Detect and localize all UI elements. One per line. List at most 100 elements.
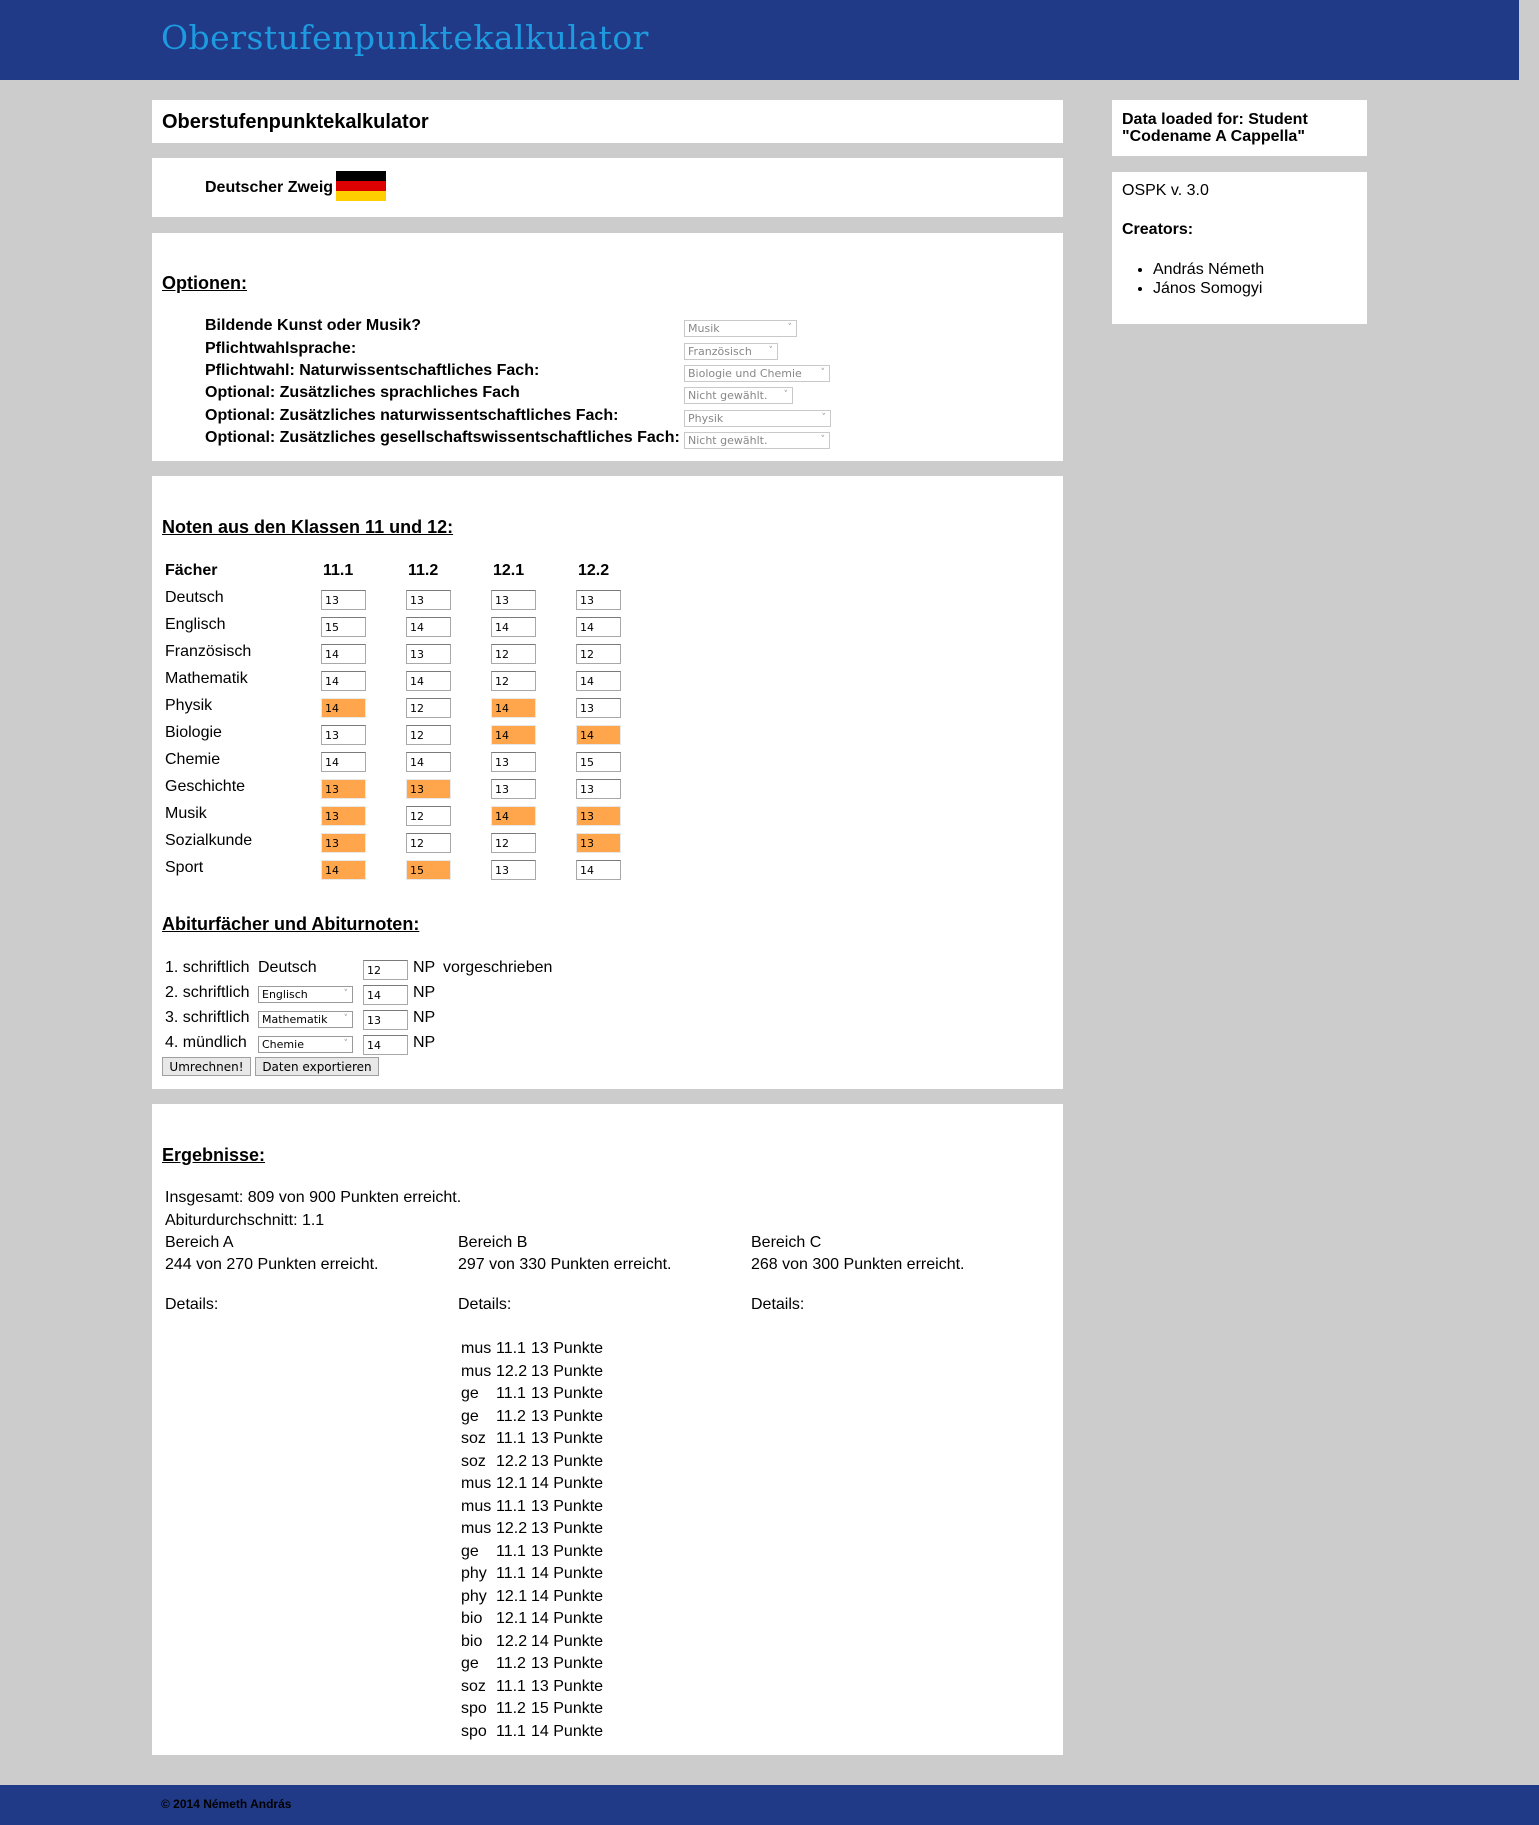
grade-input[interactable]: 13 [491,590,536,610]
subject-label: Deutsch [165,589,224,606]
grade-input[interactable]: 14 [406,617,451,637]
option-select[interactable]: Biologie und Chemie ˅ [684,365,830,382]
grade-input[interactable]: 13 [576,590,621,610]
flag-stripe [336,191,386,201]
option-select[interactable]: Nicht gewählt. ˅ [684,387,793,404]
np-unit-label: NP [413,1009,436,1026]
version-text: OSPK v. 3.0 [1122,182,1209,199]
abitur-subject-select[interactable]: Chemie ˅ [258,1036,353,1053]
detail-term: 12.1 [496,1587,528,1605]
chevron-down-icon: ˅ [787,323,793,333]
grades-column-header: 12.2 [578,562,610,579]
grade-input[interactable]: 15 [406,860,451,880]
export-data-button[interactable]: Daten exportieren [255,1057,379,1076]
option-select[interactable]: Musik ˅ [684,320,797,337]
grade-input[interactable]: 12 [491,833,536,853]
option-select[interactable]: Physik ˅ [684,410,831,427]
abitur-grade-input[interactable]: 14 [363,1035,408,1055]
grade-input[interactable]: 12 [406,725,451,745]
grade-input[interactable]: 12 [406,698,451,718]
area-details-label: Details: [751,1296,805,1313]
abitur-grade-input[interactable]: 12 [363,960,408,980]
grade-input[interactable]: 13 [406,779,451,799]
grade-input[interactable]: 13 [491,752,536,772]
abitur-subject-select[interactable]: Englisch ˅ [258,986,353,1003]
subject-label: Sport [165,859,204,876]
detail-subject: mus [461,1340,492,1357]
grade-input[interactable]: 13 [406,644,451,664]
option-select-value: Musik [688,322,720,335]
area-score: 268 von 300 Punkten erreicht. [751,1256,965,1273]
abitur-exam-label: 3. schriftlich [165,1009,250,1026]
area-details-label: Details: [165,1296,219,1313]
grade-input[interactable]: 13 [321,725,366,745]
grade-input[interactable]: 14 [491,698,536,718]
option-label: Optional: Zusätzliches naturwissentschaf… [205,407,619,424]
option-select[interactable]: Nicht gewählt. ˅ [684,432,830,449]
chevron-down-icon: ˅ [820,368,826,378]
detail-points: 13 Punkte [531,1385,604,1402]
grade-input[interactable]: 14 [576,860,621,880]
grade-input[interactable]: 14 [321,644,366,664]
grade-input[interactable]: 13 [406,590,451,610]
grade-input[interactable]: 14 [576,671,621,691]
grade-input[interactable]: 14 [491,806,536,826]
grade-input[interactable]: 13 [321,779,366,799]
subject-label: Physik [165,697,213,714]
grade-input[interactable]: 13 [491,779,536,799]
grade-input[interactable]: 14 [321,671,366,691]
grade-input[interactable]: 15 [576,752,621,772]
detail-term: 12.1 [496,1610,528,1627]
grade-input[interactable]: 15 [321,617,366,637]
grade-input[interactable]: 14 [491,617,536,637]
subject-label: Sozialkunde [165,832,253,849]
creators-label: Creators: [1122,221,1194,238]
abitur-note: vorgeschrieben [443,959,553,976]
title-panel: Oberstufenpunktekalkulator [152,100,1063,143]
option-select-value: Nicht gewählt. [688,434,768,447]
convert-button[interactable]: Umrechnen! [162,1057,251,1076]
chevron-down-icon: ˅ [343,1014,349,1024]
option-select-value: Biologie und Chemie [688,367,802,380]
abitur-grade-input[interactable]: 13 [363,1010,408,1030]
grade-input[interactable]: 13 [576,698,621,718]
option-label: Pflichtwahlsprache: [205,340,357,357]
subject-label: Englisch [165,616,226,633]
grade-input[interactable]: 13 [321,590,366,610]
grade-input[interactable]: 12 [576,644,621,664]
grade-input[interactable]: 14 [321,860,366,880]
grade-input[interactable]: 14 [491,725,536,745]
grade-input[interactable]: 13 [576,779,621,799]
detail-term: 11.1 [496,1497,526,1515]
grade-input[interactable]: 12 [406,806,451,826]
abitur-grade-input[interactable]: 14 [363,985,408,1005]
grade-input[interactable]: 13 [491,860,536,880]
grade-input[interactable]: 13 [321,806,366,826]
option-select[interactable]: Französisch ˅ [684,343,778,360]
subject-label: Geschichte [165,778,246,795]
grade-input[interactable]: 14 [406,671,451,691]
grade-input[interactable]: 12 [491,644,536,664]
grade-input[interactable]: 14 [406,752,451,772]
loaded-info-panel: Data loaded for: Student "Codename A Cap… [1112,100,1367,156]
option-select-value: Nicht gewählt. [688,389,768,402]
grade-input[interactable]: 13 [321,833,366,853]
grades-column-header: 11.2 [408,562,439,579]
option-select-value: Physik [688,412,724,425]
detail-subject: spo [461,1700,487,1717]
option-label: Bildende Kunst oder Musik? [205,317,422,334]
grade-input[interactable]: 14 [576,725,621,745]
grade-input[interactable]: 14 [321,752,366,772]
grade-input[interactable]: 13 [576,833,621,853]
grade-input[interactable]: 12 [491,671,536,691]
grade-input[interactable]: 12 [406,833,451,853]
grade-input[interactable]: 14 [321,698,366,718]
abitur-subject-select[interactable]: Mathematik ˅ [258,1011,353,1028]
detail-subject: ge [461,1542,479,1560]
detail-subject: phy [461,1587,487,1605]
detail-points: 14 Punkte [531,1587,604,1605]
subject-label: Chemie [165,751,221,768]
detail-subject: soz [461,1452,486,1470]
grade-input[interactable]: 13 [576,806,621,826]
grade-input[interactable]: 14 [576,617,621,637]
